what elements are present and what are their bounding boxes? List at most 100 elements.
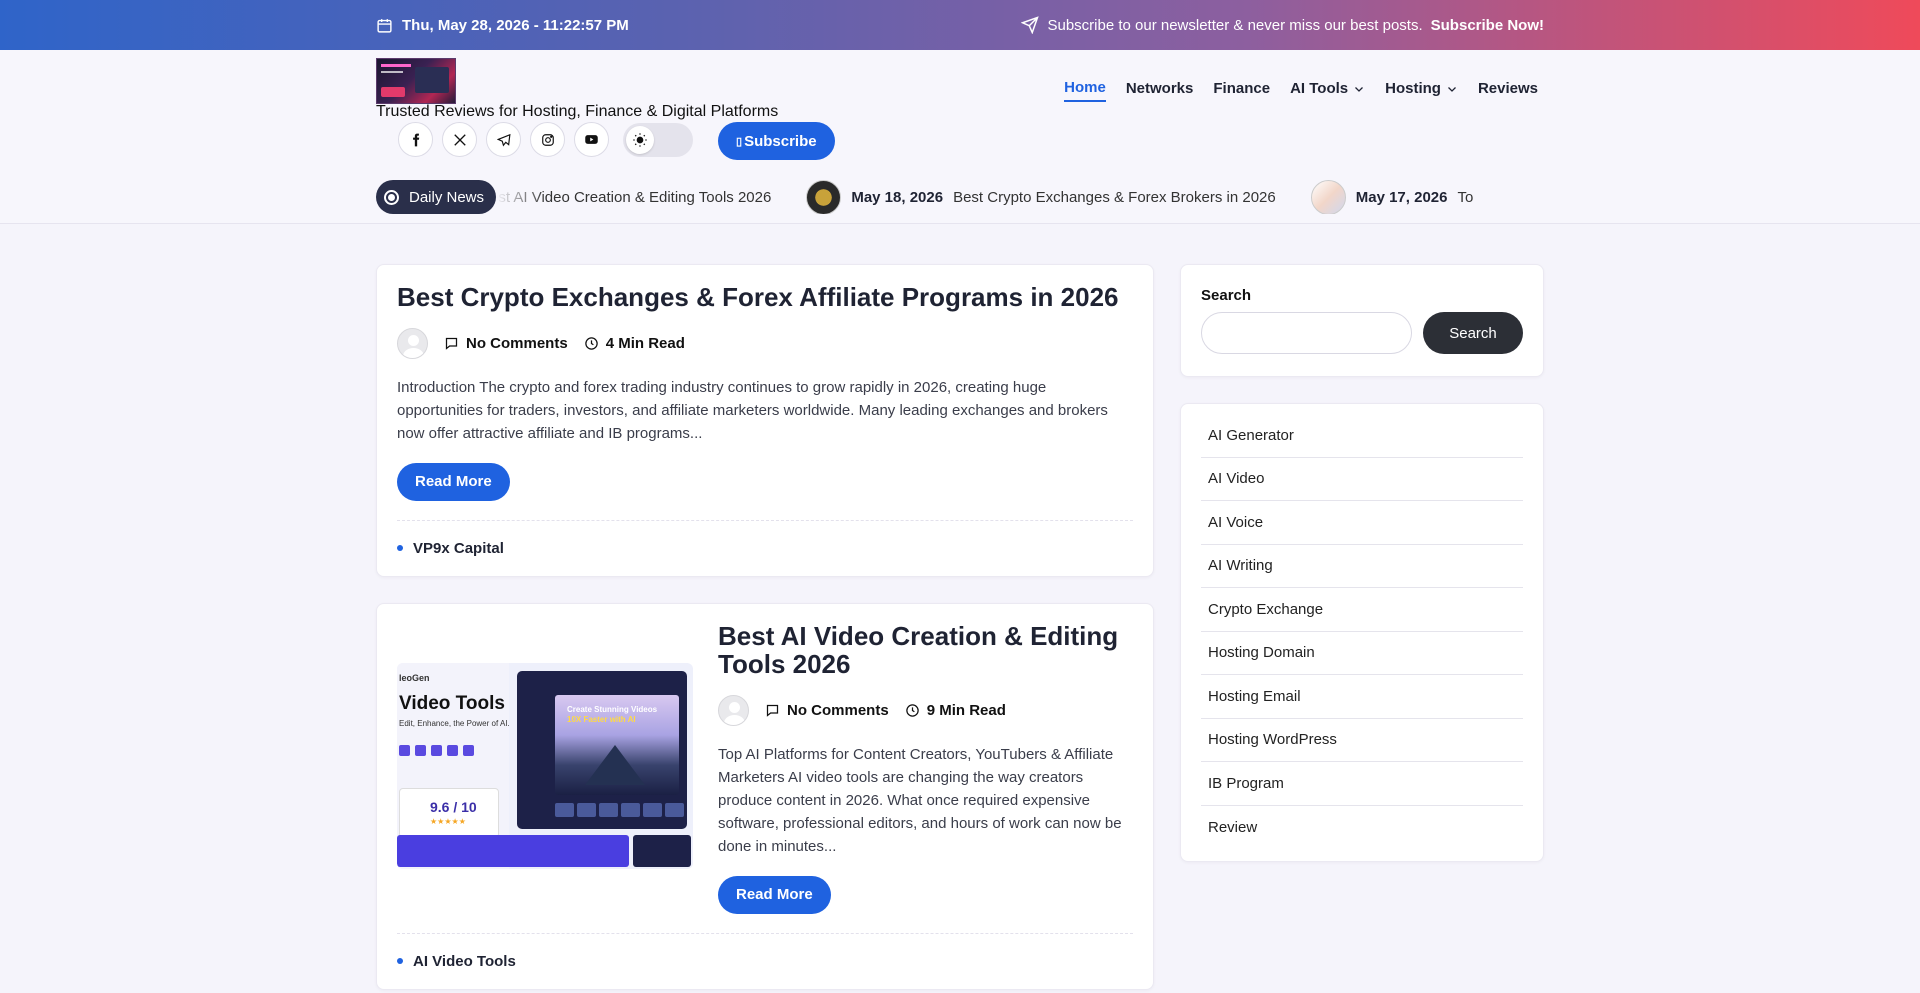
search-label: Search (1201, 287, 1252, 304)
rating-value: 9.6 / 10 (430, 798, 477, 815)
post-meta: No Comments 9 Min Read (718, 694, 1133, 726)
daily-news-badge: Daily News (376, 180, 497, 214)
calendar-icon (377, 18, 392, 33)
ticker-item[interactable]: May 17, 2026 To (1310, 180, 1474, 214)
comment-icon (445, 337, 458, 350)
read-time-meta: 4 Min Read (584, 335, 685, 352)
nav-label: Home (1064, 79, 1106, 96)
screen-text-1: Create Stunning Videos (567, 704, 658, 714)
ticker-item[interactable]: May 18, 2026 Best Crypto Exchanges & For… (806, 180, 1276, 214)
thumbnail-icons (399, 744, 474, 756)
post-title[interactable]: Best Crypto Exchanges & Forex Affiliate … (397, 283, 1133, 312)
nav-label: Networks (1125, 80, 1194, 97)
star-icon: ★★★★★ (430, 816, 466, 826)
comment-icon (766, 704, 779, 717)
site-logo[interactable] (376, 58, 456, 104)
chevron-down-icon (1355, 86, 1364, 92)
news-ticker: Daily News Best AI Video Creation & Edit… (376, 180, 1544, 214)
thumbnail-screen: Create Stunning Videos 10X Faster with AI (517, 670, 687, 829)
site-tagline: Trusted Reviews for Hosting, Finance & D… (376, 103, 779, 120)
post-body: Best AI Video Creation & Editing Tools 2… (718, 621, 1133, 914)
category-item[interactable]: AI Video (1201, 458, 1523, 501)
category-item[interactable]: Hosting Domain (1201, 632, 1523, 675)
newsletter-text: Subscribe to our newsletter & never miss… (1047, 16, 1423, 34)
subscribe-label: Subscribe (744, 132, 817, 150)
category-item[interactable]: AI Generator (1201, 414, 1523, 458)
radio-icon (384, 189, 399, 205)
comments-text: No Comments (787, 701, 889, 719)
thumbnail-subtext: Edit, Enhance, the Power of AI. (399, 718, 510, 728)
nav-item-networks[interactable]: Networks (1126, 79, 1194, 102)
bullet-icon (397, 958, 403, 965)
category-item[interactable]: AI Voice (1201, 501, 1523, 545)
category-item[interactable]: IB Program (1201, 762, 1523, 806)
comments-meta[interactable]: No Comments (765, 702, 889, 719)
send-icon (1021, 16, 1040, 34)
telegram-icon[interactable] (486, 122, 521, 157)
read-time-meta: 9 Min Read (905, 702, 1006, 719)
subscribe-button[interactable]: ▯ Subscribe (718, 122, 835, 160)
chevron-down-icon (1448, 86, 1456, 92)
clock-icon (905, 704, 919, 717)
read-more-button[interactable]: Read More (397, 462, 510, 501)
read-time-text: 4 Min Read (605, 334, 685, 352)
category-item[interactable]: Crypto Exchange (1201, 588, 1523, 632)
ticker-date: May 17, 2026 (1355, 188, 1448, 206)
datetime: Thu, May 28, 2026 - 11:22:57 PM (376, 17, 629, 34)
post-meta: No Comments 4 Min Read (397, 327, 1133, 359)
nav-label: AI Tools (1290, 80, 1349, 97)
bell-icon: ▯ (736, 135, 743, 148)
thumbnail-brand: leoGen (399, 672, 430, 683)
category-item[interactable]: Hosting Email (1201, 675, 1523, 719)
nav-item-home[interactable]: Home (1064, 79, 1106, 102)
ticker-title: Best Crypto Exchanges & Forex Brokers in… (953, 188, 1276, 206)
social-links (398, 122, 609, 157)
post-category: VP9x Capital (397, 519, 1133, 576)
thumbnail-heading: Video Tools (399, 692, 505, 714)
site-header: Trusted Reviews for Hosting, Finance & D… (0, 50, 1920, 224)
ticker-track: Best AI Video Creation & Editing Tools 2… (496, 180, 1544, 214)
youtube-icon[interactable] (574, 122, 609, 157)
post-thumbnail[interactable]: leoGen Video Tools Edit, Enhance, the Po… (397, 662, 693, 869)
ticker-title: To (1457, 188, 1474, 206)
ticker-thumbnail (1310, 180, 1346, 214)
category-item[interactable]: Hosting WordPress (1201, 719, 1523, 762)
search-widget: Search Search (1180, 264, 1544, 377)
nav-item-ai-tools[interactable]: AI Tools (1290, 79, 1365, 102)
nav-label: Finance (1213, 80, 1271, 97)
post-title[interactable]: Best AI Video Creation & Editing Tools 2… (718, 621, 1133, 679)
avatar[interactable] (718, 694, 749, 726)
instagram-icon[interactable] (530, 122, 565, 157)
daily-news-label: Daily News (409, 188, 485, 206)
thumbnail-rating: 9.6 / 10 ★★★★★ (399, 787, 499, 838)
category-link[interactable]: AI Video Tools (413, 953, 516, 970)
nav-label: Hosting (1385, 80, 1441, 97)
categories-widget: AI Generator AI Video AI Voice AI Writin… (1180, 403, 1544, 862)
post-category: AI Video Tools (397, 932, 1133, 989)
avatar[interactable] (397, 327, 428, 359)
read-more-button[interactable]: Read More (718, 875, 831, 914)
facebook-icon[interactable] (398, 122, 433, 157)
x-icon[interactable] (442, 122, 477, 157)
screen-text-2: 10X Faster with AI (567, 714, 636, 724)
category-item[interactable]: AI Writing (1201, 545, 1523, 588)
sun-icon (626, 126, 654, 154)
nav-item-finance[interactable]: Finance (1213, 79, 1270, 102)
nav-item-reviews[interactable]: Reviews (1478, 79, 1538, 102)
nav-item-hosting[interactable]: Hosting (1385, 79, 1458, 102)
comments-meta[interactable]: No Comments (444, 335, 568, 352)
theme-toggle[interactable] (623, 123, 693, 157)
search-input[interactable] (1201, 312, 1412, 354)
category-item[interactable]: Review (1201, 806, 1523, 850)
subscribe-now-link[interactable]: Subscribe Now! (1431, 17, 1544, 34)
comments-text: No Comments (466, 334, 568, 352)
nav-label: Reviews (1477, 80, 1538, 97)
main-nav: Home Networks Finance AI Tools Hosting R… (1064, 79, 1538, 102)
post-excerpt: Introduction The crypto and forex tradin… (397, 378, 1108, 442)
search-button[interactable]: Search (1423, 312, 1523, 354)
category-link[interactable]: VP9x Capital (413, 540, 504, 557)
post-list: Best Crypto Exchanges & Forex Affiliate … (376, 264, 1154, 993)
bullet-icon (397, 545, 403, 552)
newsletter-bar: Subscribe to our newsletter & never miss… (1021, 16, 1544, 34)
post-card: leoGen Video Tools Edit, Enhance, the Po… (376, 602, 1154, 990)
